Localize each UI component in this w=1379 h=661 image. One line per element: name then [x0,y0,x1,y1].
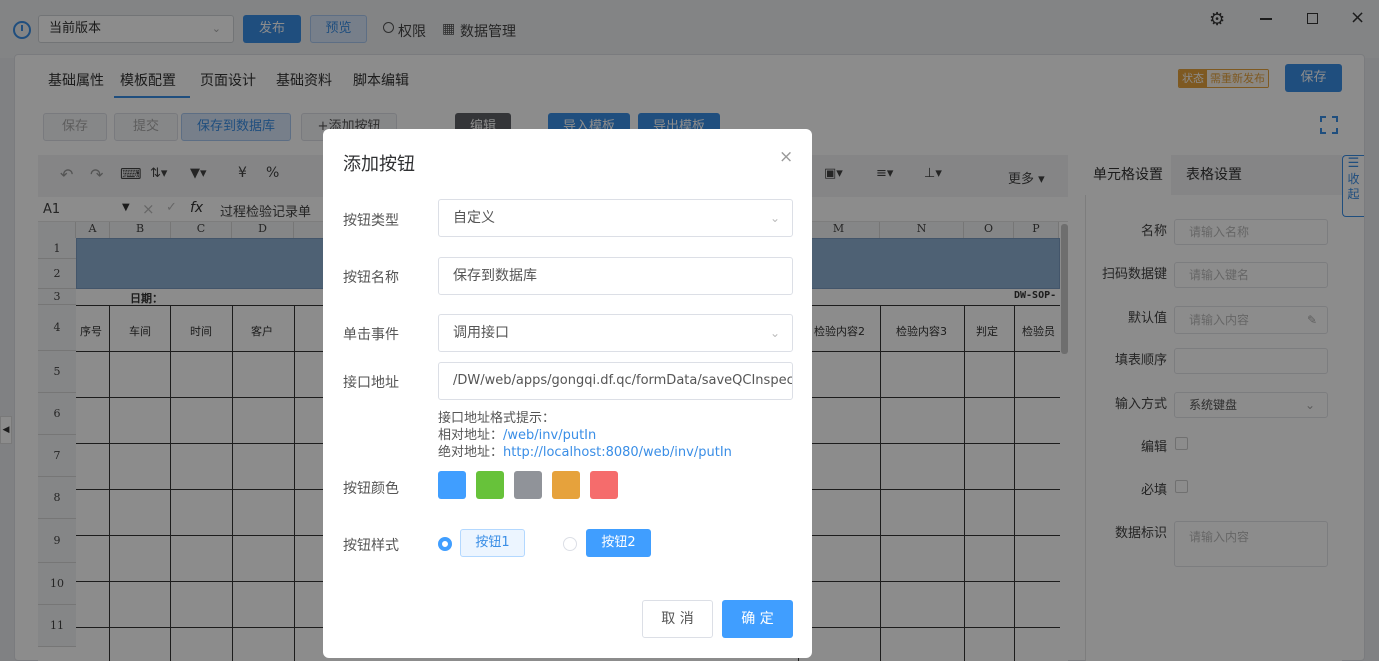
hint-title: 接口地址格式提示： [438,411,556,426]
hint-absolute-label: 绝对地址： [438,445,504,460]
type-select[interactable]: 自定义 ⌄ [438,199,793,237]
style1-button-preview[interactable]: 按钮1 [460,529,525,557]
color-label: 按钮颜色 [343,481,399,497]
color-swatch-orange[interactable] [552,471,580,499]
name-field[interactable]: 保存到数据库 [438,257,793,295]
dialog-title: 添加按钮 [343,154,415,175]
style2-button-preview[interactable]: 按钮2 [586,529,651,557]
add-button-dialog: 添加按钮 × 按钮类型 自定义 ⌄ 按钮名称 保存到数据库 单击事件 调用接口 … [323,129,812,658]
chevron-down-icon: ⌄ [769,326,780,340]
close-icon[interactable]: × [779,147,793,167]
cancel-button[interactable]: 取 消 [642,600,713,638]
event-select[interactable]: 调用接口 ⌄ [438,314,793,352]
url-hint: 接口地址格式提示： 相对地址：/web/inv/putIn 绝对地址：http:… [438,410,732,461]
event-label: 单击事件 [343,327,399,343]
style-label: 按钮样式 [343,538,399,554]
url-field[interactable]: /DW/web/apps/gongqi.df.qc/formData/saveQ… [438,362,793,400]
style2-radio[interactable] [563,537,577,551]
confirm-button[interactable]: 确 定 [722,600,793,638]
event-select-value: 调用接口 [453,325,509,341]
type-label: 按钮类型 [343,213,399,229]
color-swatch-red[interactable] [590,471,618,499]
color-swatch-gray[interactable] [514,471,542,499]
style1-radio[interactable] [438,537,452,551]
hint-relative: 相对地址：/web/inv/putIn [438,427,732,444]
url-label: 接口地址 [343,375,399,391]
chevron-down-icon: ⌄ [769,211,780,225]
color-swatch-green[interactable] [476,471,504,499]
color-swatch-blue[interactable] [438,471,466,499]
hint-absolute-value: http://localhost:8080/web/inv/putIn [503,445,732,460]
hint-relative-label: 相对地址： [438,428,504,443]
name-label: 按钮名称 [343,270,399,286]
hint-absolute: 绝对地址：http://localhost:8080/web/inv/putIn [438,444,732,461]
type-select-value: 自定义 [453,210,495,226]
hint-relative-value: /web/inv/putIn [503,428,597,443]
